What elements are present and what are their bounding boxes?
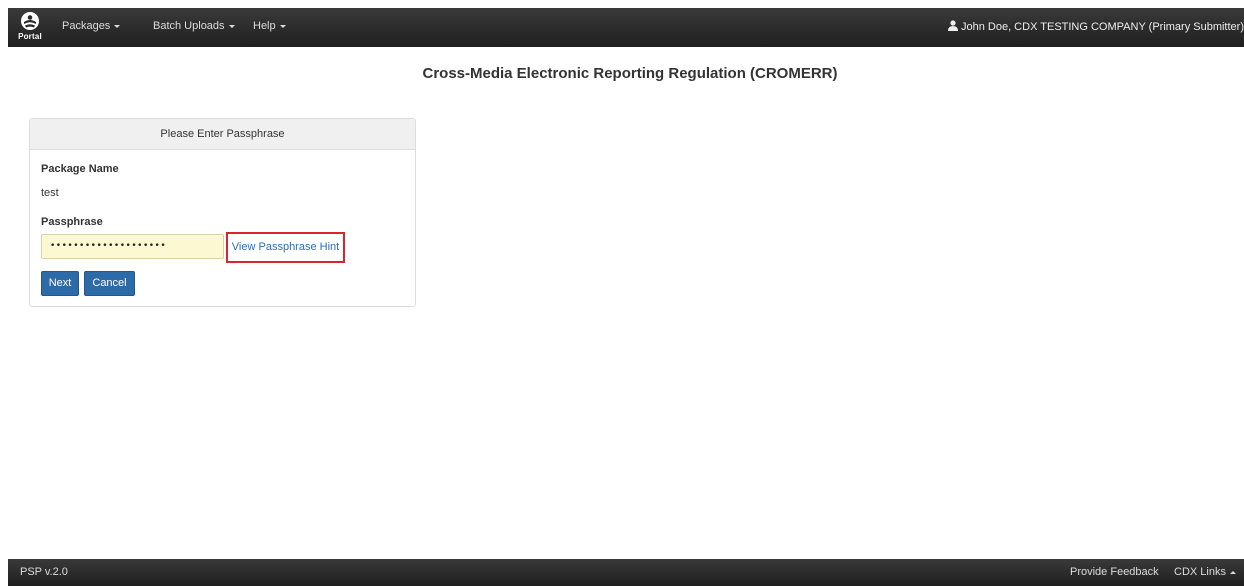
cdx-links-menu[interactable]: CDX Links: [1174, 566, 1236, 578]
portal-logo[interactable]: Portal: [17, 11, 43, 45]
nav-packages-label: Packages: [62, 20, 111, 32]
nav-help[interactable]: Help: [253, 20, 286, 32]
chevron-down-icon: [114, 24, 121, 28]
portal-logo-text: Portal: [18, 32, 42, 41]
passphrase-input[interactable]: ••••••••••••••••••••: [41, 234, 224, 259]
chevron-down-icon: [228, 24, 235, 28]
cdx-links-label: CDX Links: [1174, 566, 1226, 578]
user-icon: [947, 20, 958, 31]
cancel-button[interactable]: Cancel: [84, 271, 135, 296]
page-title: Cross-Media Electronic Reporting Regulat…: [422, 65, 838, 82]
passphrase-label: Passphrase: [41, 216, 103, 228]
footer-bar: PSP v.2.0 Provide Feedback CDX Links: [8, 559, 1244, 586]
top-navbar: Portal Packages Batch Uploads Help John …: [8, 8, 1244, 47]
chevron-down-icon: [279, 24, 286, 28]
view-passphrase-hint-link[interactable]: View Passphrase Hint: [226, 232, 345, 263]
nav-batch-uploads-label: Batch Uploads: [153, 20, 225, 32]
package-name-label: Package Name: [41, 163, 119, 175]
version-text: PSP v.2.0: [20, 566, 68, 578]
package-name-value: test: [41, 187, 59, 199]
next-button[interactable]: Next: [41, 271, 79, 296]
nav-help-label: Help: [253, 20, 276, 32]
nav-batch-uploads[interactable]: Batch Uploads: [153, 20, 235, 32]
nav-packages[interactable]: Packages: [62, 20, 121, 32]
portal-logo-icon: [21, 12, 39, 30]
chevron-up-icon: [1229, 570, 1236, 574]
user-label: John Doe, CDX TESTING COMPANY (Primary S…: [960, 21, 1244, 33]
panel-heading: Please Enter Passphrase: [30, 119, 415, 150]
passphrase-panel: Please Enter Passphrase Package Name tes…: [29, 118, 416, 307]
user-menu[interactable]: John Doe, CDX TESTING COMPANY (Primary S…: [947, 20, 1244, 33]
provide-feedback-link[interactable]: Provide Feedback: [1070, 566, 1159, 578]
